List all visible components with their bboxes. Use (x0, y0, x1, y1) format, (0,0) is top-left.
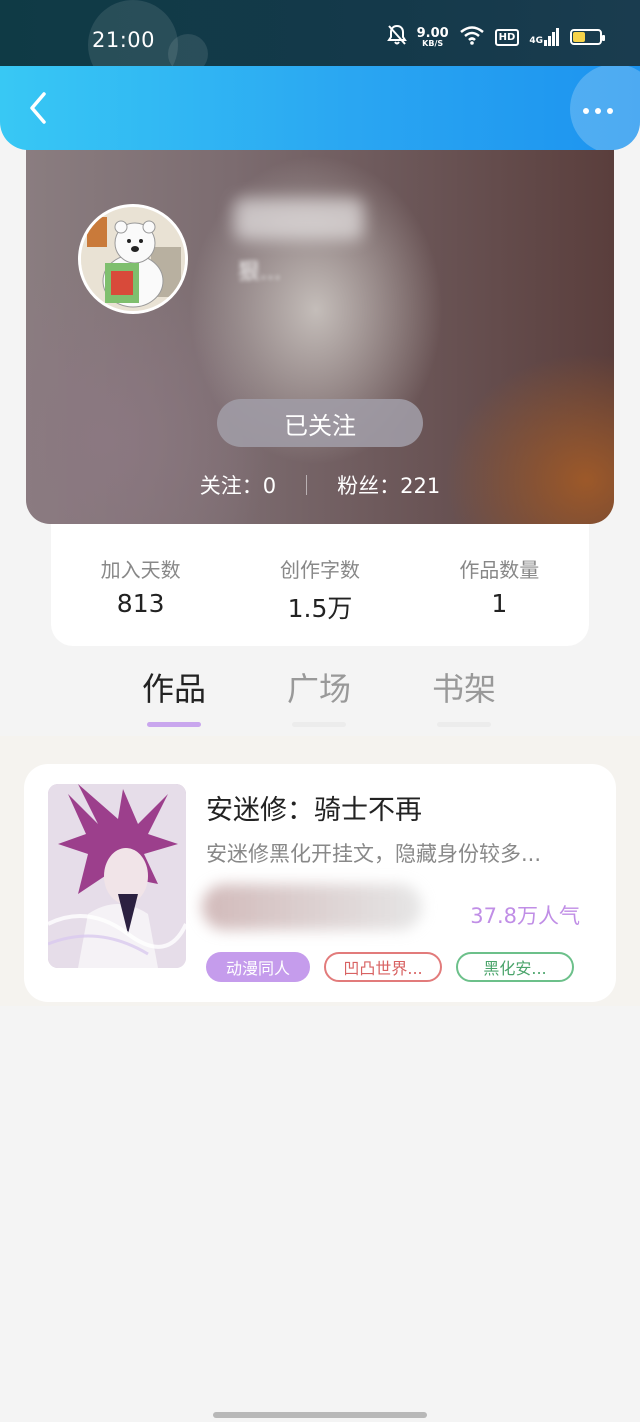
hd-badge: HD (494, 28, 520, 46)
stat-word-count: 创作字数 1.5万 (230, 524, 409, 646)
more-dots-icon (595, 108, 601, 114)
status-time: 21:00 (92, 28, 156, 52)
stat-value: 1 (491, 589, 508, 618)
follow-stats: 关注：0 粉丝：221 (26, 470, 614, 500)
stats-divider (306, 475, 308, 495)
stat-value: 1.5万 (287, 594, 353, 623)
tab-bookshelf[interactable]: 书架 (432, 664, 496, 727)
tab-square[interactable]: 广场 (287, 664, 351, 727)
more-button[interactable] (578, 96, 618, 126)
tab-indicator (292, 722, 346, 727)
tab-label: 广场 (287, 670, 352, 708)
status-icons: 9.00 KB/S HD 4G (386, 24, 605, 50)
status-bar: 21:00 9.00 KB/S HD 4G (0, 0, 640, 90)
stat-label: 创作字数 (279, 558, 360, 582)
work-card[interactable]: 安迷修：骑士不再 安迷修黑化开挂文，隐藏身份较多... 37.8万人气 动漫同人… (24, 764, 616, 1002)
work-cover-image[interactable] (48, 784, 186, 968)
more-dots-icon (583, 108, 589, 114)
tag-dark[interactable]: 黑化安... (456, 952, 574, 982)
avatar[interactable] (78, 204, 188, 314)
tab-label: 书架 (432, 670, 497, 708)
battery-level (573, 32, 585, 42)
work-description: 安迷修黑化开挂文，隐藏身份较多... (206, 842, 542, 866)
signal-icon: 4G (529, 28, 560, 46)
mute-bell-icon (386, 24, 407, 50)
work-tags: 动漫同人 凹凸世界... 黑化安... (206, 952, 574, 982)
tab-bar: 作品 广场 书架 (0, 660, 640, 736)
home-indicator[interactable] (213, 1412, 427, 1418)
chevron-left-icon (30, 92, 46, 124)
battery-icon (570, 29, 605, 45)
stat-join-days: 加入天数 813 (51, 524, 230, 646)
tab-indicator (147, 722, 201, 727)
tag-doujin[interactable]: 动漫同人 (206, 952, 310, 982)
author-info-blurred (202, 884, 422, 930)
user-bio: 狠... (238, 260, 281, 285)
following-count[interactable]: 关注：0 (200, 470, 276, 500)
work-title[interactable]: 安迷修：骑士不再 (206, 788, 422, 827)
tab-label: 作品 (142, 670, 207, 708)
cover-illustration (48, 784, 186, 968)
tab-works[interactable]: 作品 (142, 664, 206, 727)
stat-label: 加入天数 (100, 558, 181, 582)
stats-card: 加入天数 813 创作字数 1.5万 作品数量 1 (51, 524, 589, 646)
net-speed: 9.00 KB/S (416, 25, 449, 48)
fans-count[interactable]: 粉丝：221 (337, 470, 440, 500)
profile-card: 狠... 已关注 关注：0 粉丝：221 (26, 120, 614, 524)
stat-works-count: 作品数量 1 (410, 524, 589, 646)
tag-world[interactable]: 凹凸世界... (324, 952, 442, 982)
bear-avatar-image (81, 207, 185, 311)
work-popularity: 37.8万人气 (470, 904, 580, 928)
username-blurred (234, 198, 364, 240)
more-dots-icon (607, 108, 613, 114)
followed-button[interactable]: 已关注 (217, 399, 423, 447)
wifi-icon (459, 25, 485, 49)
works-list: 安迷修：骑士不再 安迷修黑化开挂文，隐藏身份较多... 37.8万人气 动漫同人… (0, 736, 640, 1006)
tab-indicator (437, 722, 491, 727)
stat-value: 813 (116, 589, 165, 618)
app-header (0, 66, 640, 150)
stat-label: 作品数量 (459, 558, 540, 582)
back-button[interactable] (18, 88, 58, 128)
screen: 21:00 9.00 KB/S HD 4G 狠... 已关注 关注：0 粉丝：2… (0, 0, 640, 1422)
